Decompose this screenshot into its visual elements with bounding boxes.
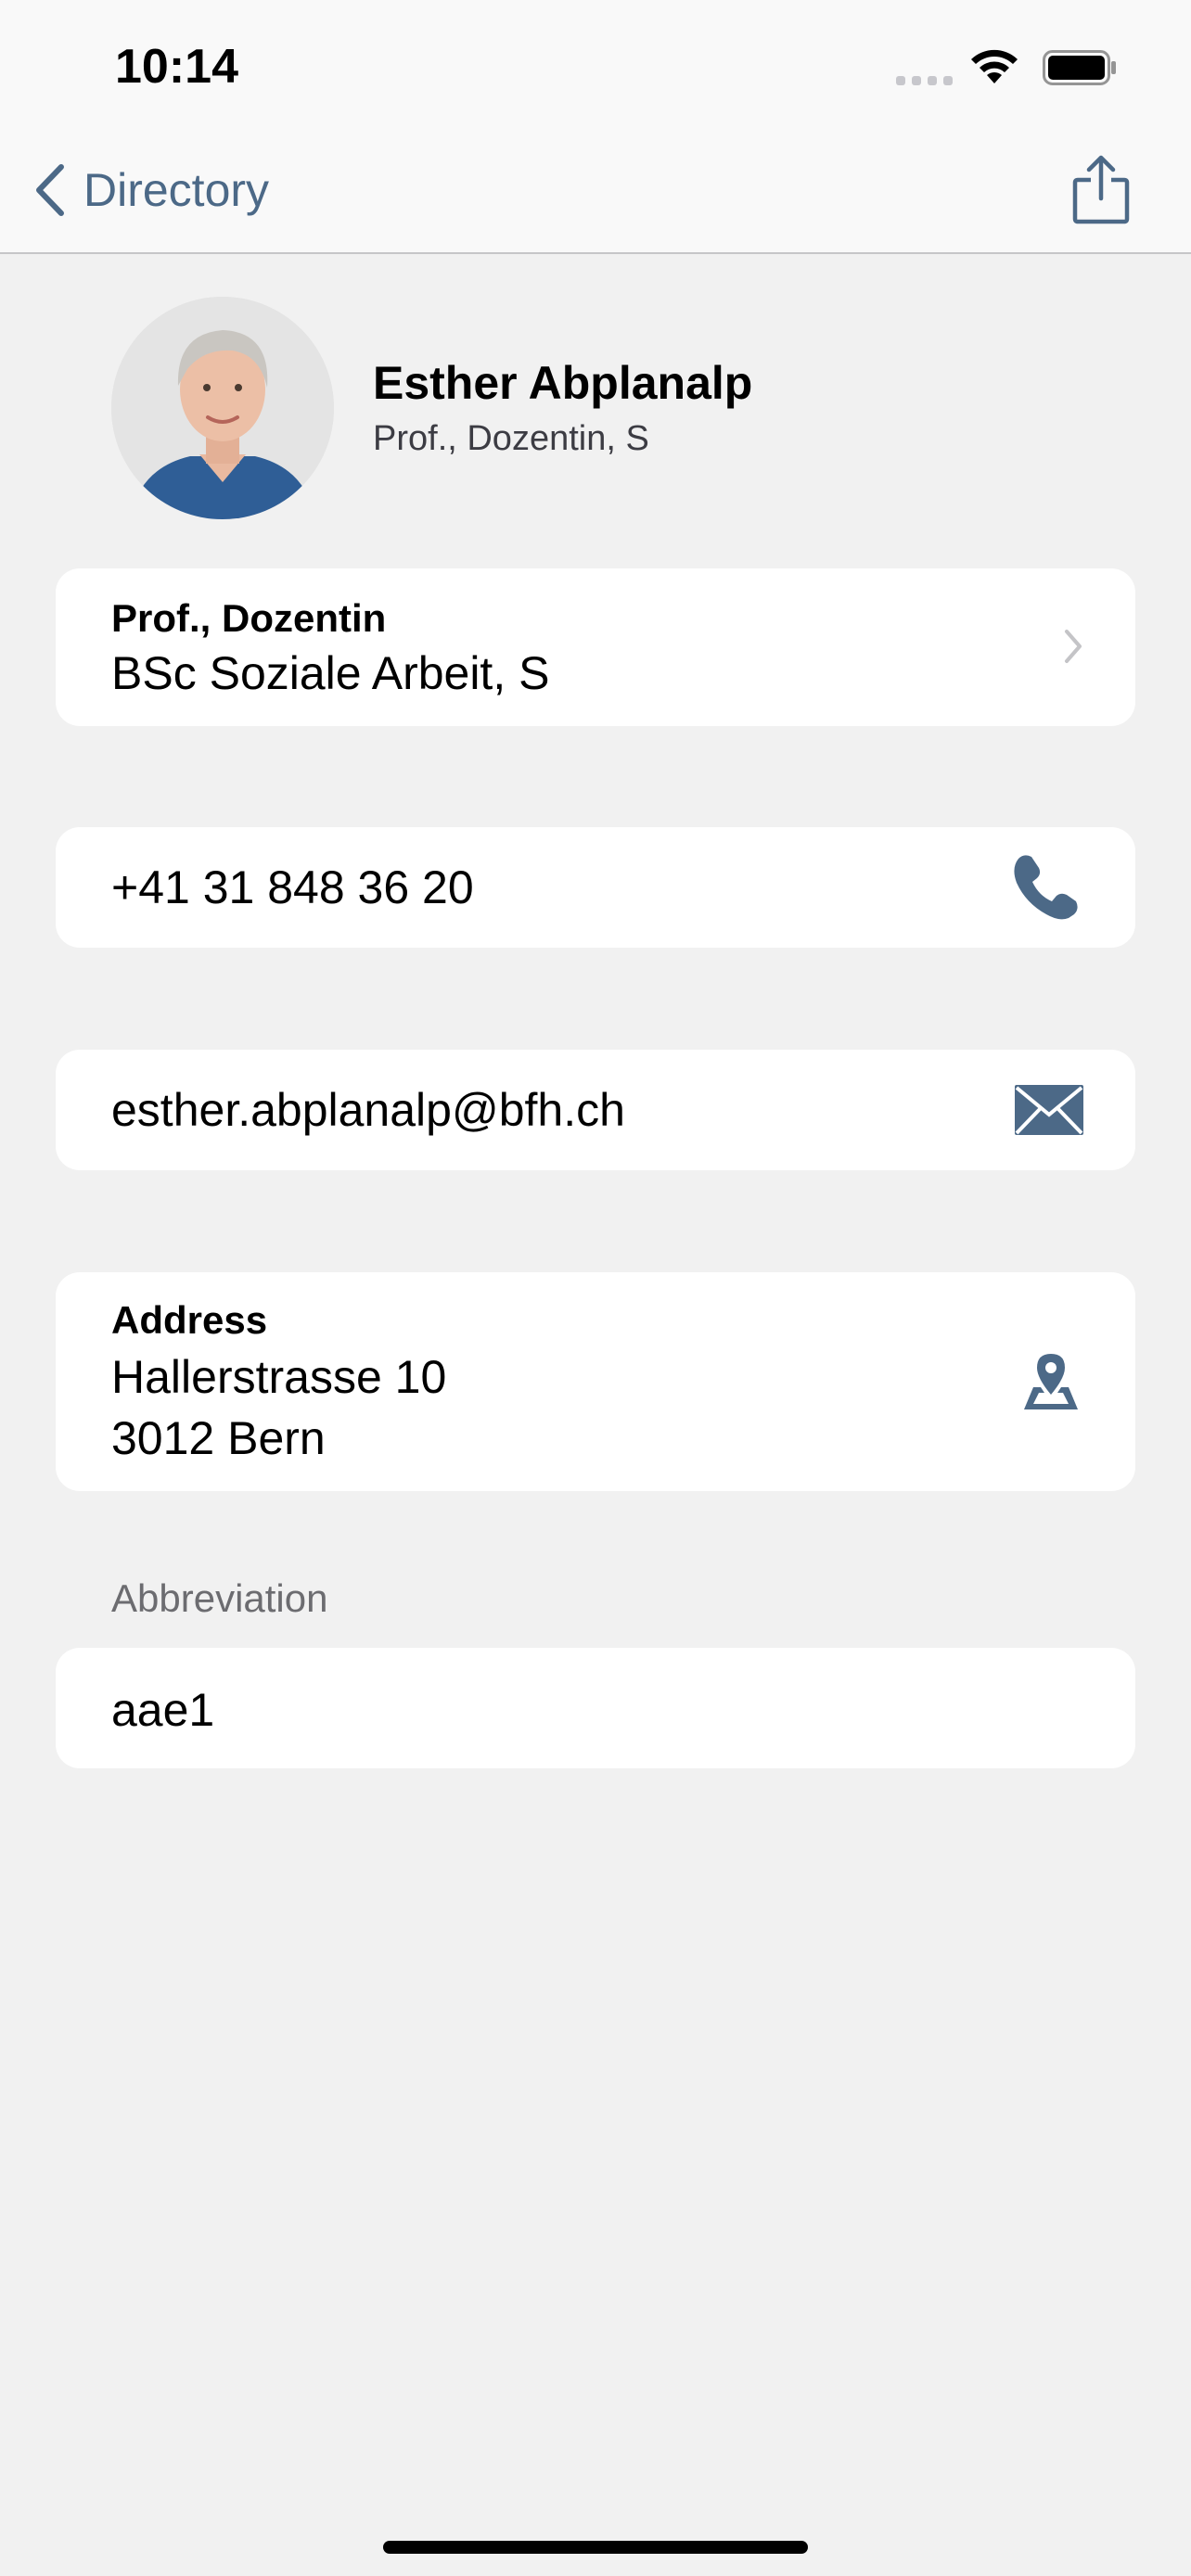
abbreviation-value: aae1 [111, 1684, 215, 1736]
phone-card[interactable]: +41 31 848 36 20 [56, 827, 1135, 948]
chevron-left-icon [36, 164, 64, 216]
role-department: BSc Soziale Arbeit, S [111, 647, 550, 699]
back-button[interactable]: Directory [33, 158, 269, 223]
chevron-right-icon [1065, 630, 1082, 663]
status-time: 10:14 [115, 40, 238, 94]
address-city: 3012 Bern [111, 1412, 326, 1464]
share-button[interactable] [1072, 154, 1130, 229]
map-pin-icon[interactable] [1020, 1352, 1082, 1413]
address-title: Address [111, 1298, 268, 1342]
wifi-icon [971, 49, 1018, 83]
role-card[interactable]: Prof., Dozentin BSc Soziale Arbeit, S [56, 568, 1135, 726]
home-indicator[interactable] [383, 2541, 808, 2554]
phone-number: +41 31 848 36 20 [111, 861, 474, 913]
address-card[interactable]: Address Hallerstrasse 10 3012 Bern [56, 1272, 1135, 1491]
battery-icon [1043, 50, 1116, 85]
avatar [111, 297, 334, 519]
role-title: Prof., Dozentin [111, 596, 387, 640]
phone-icon[interactable] [1011, 853, 1080, 920]
email-card[interactable]: esther.abplanalp@bfh.ch [56, 1050, 1135, 1170]
cellular-signal-icon [896, 76, 953, 85]
profile-name: Esther Abplanalp [373, 357, 753, 409]
navigation-bar: 10:14 Directory [0, 0, 1191, 254]
portrait-photo [111, 297, 334, 519]
mail-icon[interactable] [1015, 1085, 1083, 1135]
email-address: esther.abplanalp@bfh.ch [111, 1084, 625, 1136]
address-street: Hallerstrasse 10 [111, 1351, 447, 1403]
back-label: Directory [83, 164, 270, 216]
abbreviation-card: aae1 [56, 1648, 1135, 1768]
profile-subtitle: Prof., Dozentin, S [373, 419, 649, 458]
abbreviation-header: Abbreviation [111, 1576, 328, 1620]
share-icon [1072, 155, 1130, 224]
contact-detail-screen: 10:14 Directory Esther Abplanalp Prof., … [0, 0, 1191, 2576]
